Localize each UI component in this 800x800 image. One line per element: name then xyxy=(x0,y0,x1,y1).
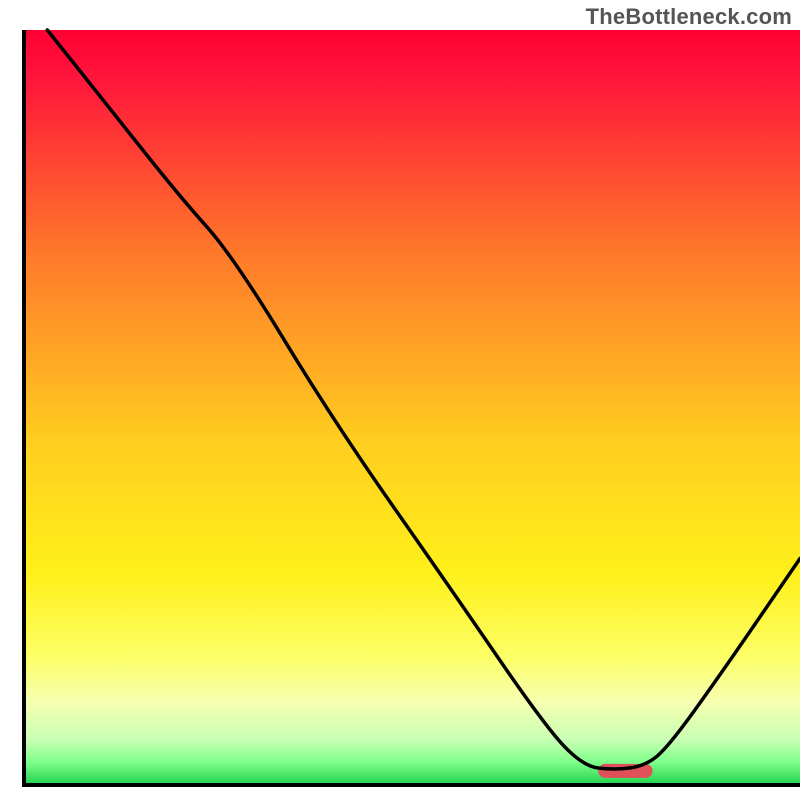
bottleneck-chart xyxy=(0,0,800,800)
watermark-text: TheBottleneck.com xyxy=(586,4,792,30)
chart-container: TheBottleneck.com xyxy=(0,0,800,800)
optimal-marker xyxy=(598,764,652,778)
chart-background xyxy=(24,30,800,785)
